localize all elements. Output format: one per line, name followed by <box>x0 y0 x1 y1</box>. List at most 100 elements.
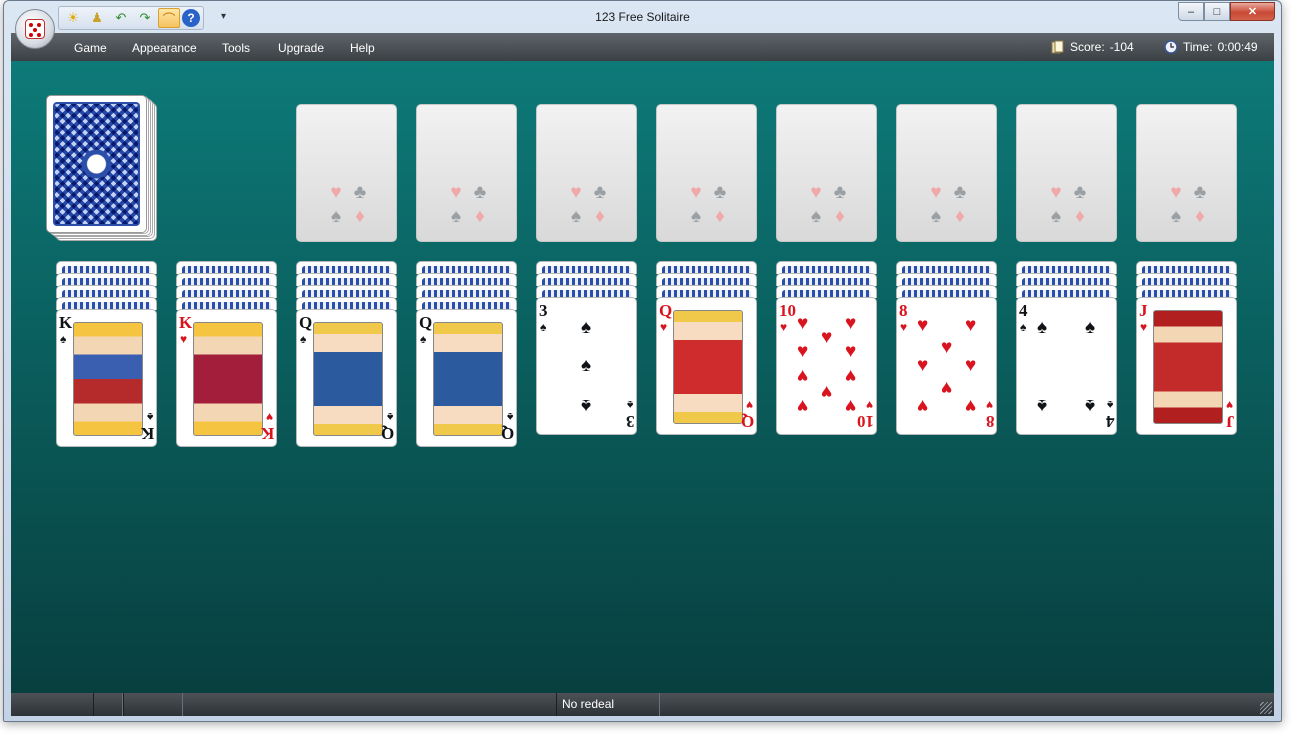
card-pip-icon: ♥ <box>917 315 929 336</box>
heart-icon: ♥ <box>810 182 822 203</box>
card-suit-icon: ♠ <box>540 320 547 334</box>
queen-portrait <box>673 310 743 424</box>
foundation-pile[interactable]: ♥ ♣ ♠ ♦ <box>1016 104 1117 242</box>
card-suit-bottom-icon: ♠ <box>146 410 153 424</box>
card-rank: J <box>1139 301 1148 320</box>
card-pip-icon: ♥ <box>797 365 809 386</box>
stock-pile[interactable] <box>46 95 158 241</box>
card-pip-icon: ♥ <box>917 395 929 416</box>
menu-game[interactable]: Game <box>74 41 107 55</box>
resize-grip[interactable] <box>1260 702 1272 714</box>
foundation-pile[interactable]: ♥ ♣ ♠ ♦ <box>536 104 637 242</box>
spade-icon: ♠ <box>1050 206 1062 227</box>
jack-portrait <box>1153 310 1223 424</box>
card-rank-bottom: 8 <box>985 412 995 431</box>
heart-icon: ♥ <box>450 182 462 203</box>
card-rank-bottom: K <box>260 424 274 443</box>
diamond-icon: ♦ <box>355 206 365 227</box>
card-pip-icon: ♥ <box>821 327 833 348</box>
card-pip-icon: ♠ <box>581 355 592 376</box>
card-suit-icon: ♥ <box>1140 320 1148 334</box>
card-suit-icon: ♥ <box>180 332 188 346</box>
playing-card[interactable]: K ♠ K ♠ <box>56 309 157 447</box>
card-suit-bottom-icon: ♠ <box>1106 398 1113 412</box>
card-suit-bottom-icon: ♥ <box>1225 398 1233 412</box>
card-rank: Q <box>659 301 673 320</box>
playing-card[interactable]: J ♥ J ♥ <box>1136 297 1237 435</box>
spade-icon: ♠ <box>330 206 342 227</box>
close-button[interactable]: ✕ <box>1230 2 1275 21</box>
card-pip-icon: ♥ <box>917 355 929 376</box>
card-rank: Q <box>299 313 313 332</box>
playing-card[interactable]: ♥ ♥ ♥ ♥ ♥ ♥ ♥ ♥ 8 ♥ 8 ♥ <box>896 297 997 435</box>
card-pip-icon: ♥ <box>941 337 953 358</box>
card-suit-bottom-icon: ♥ <box>265 410 273 424</box>
card-suit-icon: ♥ <box>900 320 908 334</box>
card-suit-icon: ♥ <box>780 320 788 334</box>
playing-card[interactable]: K ♥ K ♥ <box>176 309 277 447</box>
card-pip-icon: ♥ <box>821 381 833 402</box>
card-suit-bottom-icon: ♥ <box>865 398 873 412</box>
card-suit-icon: ♥ <box>660 320 668 334</box>
menu-help[interactable]: Help <box>350 41 375 55</box>
status-message: No redeal <box>562 697 615 711</box>
foundation-pile[interactable]: ♥ ♣ ♠ ♦ <box>896 104 997 242</box>
menu-upgrade[interactable]: Upgrade <box>278 41 324 55</box>
card-rank: 10 <box>779 301 796 320</box>
playing-card[interactable]: ♠ ♠ ♠ ♠ 4 ♠ 4 ♠ <box>1016 297 1117 435</box>
card-suit-icon: ♠ <box>1020 320 1027 334</box>
foundation-pile[interactable]: ♥ ♣ ♠ ♦ <box>416 104 517 242</box>
diamond-icon: ♦ <box>1075 206 1085 227</box>
card-pip-icon: ♥ <box>797 313 809 334</box>
clock-icon <box>1164 40 1178 54</box>
minimize-button[interactable]: – <box>1178 2 1204 21</box>
foundation-pile[interactable]: ♥ ♣ ♠ ♦ <box>296 104 397 242</box>
card-rank-bottom: 10 <box>857 412 874 431</box>
card-pip-icon: ♥ <box>965 315 977 336</box>
heart-icon: ♥ <box>930 182 942 203</box>
card-pip-icon: ♥ <box>845 365 857 386</box>
title-bar: ☀ ♟ ↶ ↷ ⌒? ▾ 123 Free Solitaire – □ ✕ <box>4 1 1281 49</box>
foundation-pile[interactable]: ♥ ♣ ♠ ♦ <box>656 104 757 242</box>
playing-card[interactable]: ♥ ♥ ♥ ♥ ♥ ♥ ♥ ♥ ♥ ♥ 10 ♥ 10 ♥ <box>776 297 877 435</box>
card-pip-icon: ♥ <box>845 395 857 416</box>
playing-card[interactable]: Q ♥ Q ♥ <box>656 297 757 435</box>
score-value: -104 <box>1109 40 1134 54</box>
club-icon: ♣ <box>713 182 727 203</box>
heart-icon: ♥ <box>330 182 342 203</box>
heart-icon: ♥ <box>1170 182 1182 203</box>
card-pip-icon: ♥ <box>797 341 809 362</box>
card-rank-bottom: Q <box>380 424 394 443</box>
card-rank: K <box>59 313 73 332</box>
app-menu-button[interactable] <box>15 9 55 49</box>
foundation-pile[interactable]: ♥ ♣ ♠ ♦ <box>776 104 877 242</box>
diamond-icon: ♦ <box>595 206 605 227</box>
card-pip-icon: ♥ <box>845 313 857 334</box>
card-suit-icon: ♠ <box>60 332 67 346</box>
card-rank-bottom: Q <box>500 424 514 443</box>
club-icon: ♣ <box>1193 182 1207 203</box>
score-label: Score: <box>1070 40 1105 54</box>
playing-card[interactable]: ♠ ♠ ♠ 3 ♠ 3 ♠ <box>536 297 637 435</box>
foundation-pile[interactable]: ♥ ♣ ♠ ♦ <box>1136 104 1237 242</box>
time-display: Time: 0:00:49 <box>1164 40 1258 54</box>
playing-card[interactable]: Q ♠ Q ♠ <box>416 309 517 447</box>
spade-icon: ♠ <box>690 206 702 227</box>
diamond-icon: ♦ <box>715 206 725 227</box>
card-pip-icon: ♠ <box>1085 317 1096 338</box>
card-rank-bottom: 4 <box>1105 412 1115 431</box>
card-pip-icon: ♠ <box>1085 395 1096 416</box>
card-suit-icon: ♠ <box>420 332 427 346</box>
spade-icon: ♠ <box>450 206 462 227</box>
playing-card[interactable]: Q ♠ Q ♠ <box>296 309 397 447</box>
menu-tools[interactable]: Tools <box>222 41 250 55</box>
club-icon: ♣ <box>833 182 847 203</box>
king-portrait <box>193 322 263 436</box>
spade-icon: ♠ <box>930 206 942 227</box>
queen-portrait <box>433 322 503 436</box>
card-rank-bottom: J <box>1225 412 1235 431</box>
spade-icon: ♠ <box>1170 206 1182 227</box>
maximize-button[interactable]: □ <box>1204 2 1230 21</box>
card-pip-icon: ♥ <box>797 395 809 416</box>
menu-appearance[interactable]: Appearance <box>132 41 197 55</box>
